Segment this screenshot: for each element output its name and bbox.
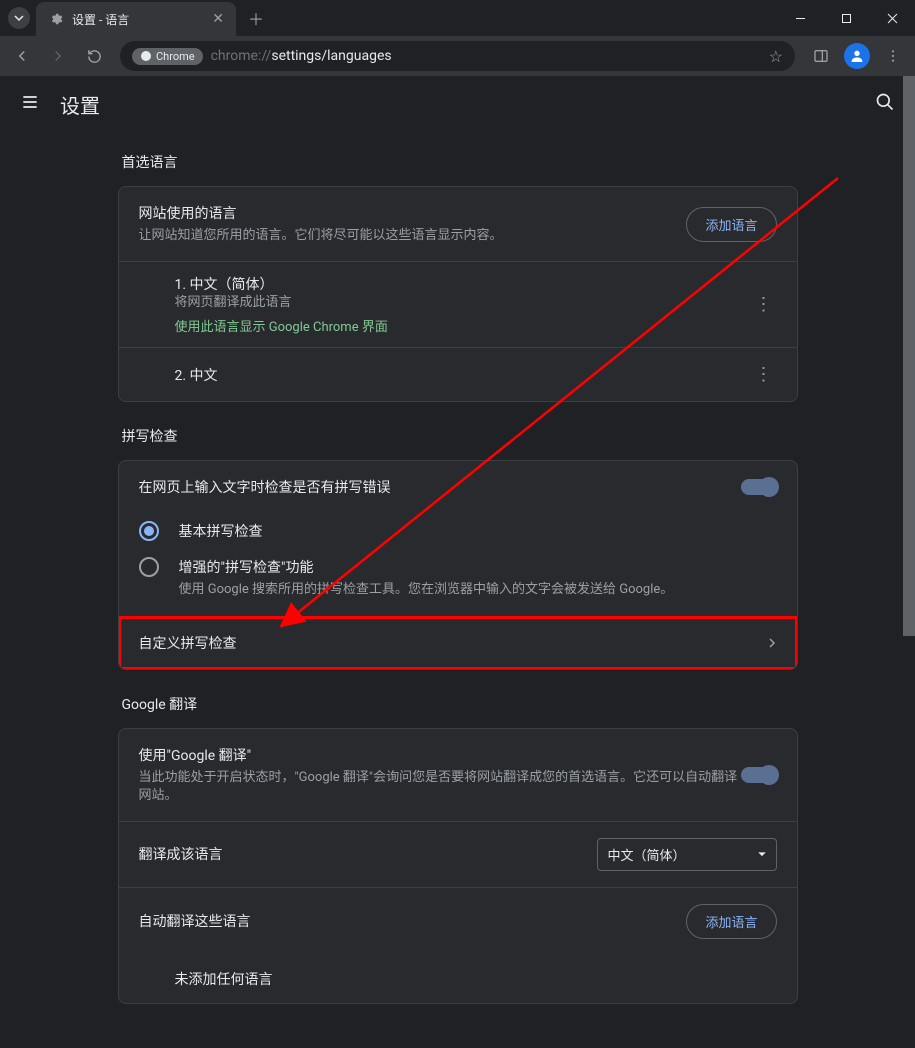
search-tabs-button[interactable] <box>8 7 30 29</box>
browser-tab[interactable]: 设置 - 语言 ✕ <box>36 2 236 36</box>
use-translate-row: 使用"Google 翻译" 当此功能处于开启状态时，"Google 翻译"会询问… <box>119 729 797 822</box>
row-title: 使用"Google 翻译" <box>139 745 741 765</box>
new-tab-button[interactable]: ＋ <box>248 6 264 30</box>
back-button[interactable] <box>6 40 38 72</box>
bookmark-button[interactable]: ☆ <box>769 47 783 66</box>
more-options-button[interactable]: ⋮ <box>751 290 777 319</box>
row-desc: 当此功能处于开启状态时，"Google 翻译"会询问您是否要将网站翻译成您的首选… <box>139 769 741 805</box>
language-item: 1. 中文（简体） 将网页翻译成此语言 使用此语言显示 Google Chrom… <box>119 262 797 347</box>
section-title: 拼写检查 <box>118 426 798 446</box>
tab-title: 设置 - 语言 <box>72 11 204 28</box>
preferred-languages-card: 网站使用的语言 让网站知道您所用的语言。它们将尽可能以这些语言显示内容。 添加语… <box>118 186 798 402</box>
row-title: 自定义拼写检查 <box>139 633 767 653</box>
websites-language-row: 网站使用的语言 让网站知道您所用的语言。它们将尽可能以这些语言显示内容。 添加语… <box>119 187 797 262</box>
chevron-down-icon <box>758 850 766 858</box>
option-label: 增强的"拼写检查"功能 <box>179 557 777 577</box>
language-name: 1. 中文（简体） <box>175 274 751 294</box>
language-display-note: 使用此语言显示 Google Chrome 界面 <box>175 316 751 335</box>
language-item: 2. 中文 ⋮ <box>119 347 797 401</box>
translate-toggle[interactable] <box>741 767 777 783</box>
add-language-button[interactable]: 添加语言 <box>686 904 776 939</box>
radio-icon <box>139 521 159 541</box>
option-label: 基本拼写检查 <box>179 521 777 541</box>
close-tab-button[interactable]: ✕ <box>212 11 224 27</box>
language-desc: 将网页翻译成此语言 <box>175 294 751 312</box>
enhanced-spellcheck-option[interactable]: 增强的"拼写检查"功能 使用 Google 搜索所用的拼写检查工具。您在浏览器中… <box>119 549 797 616</box>
more-options-button[interactable]: ⋮ <box>751 360 777 389</box>
translate-target-row: 翻译成该语言 中文（简体） <box>119 822 797 888</box>
forward-button[interactable] <box>42 40 74 72</box>
translate-card: 使用"Google 翻译" 当此功能处于开启状态时，"Google 翻译"会询问… <box>118 728 798 1004</box>
side-panel-button[interactable] <box>805 40 837 72</box>
chrome-icon <box>140 50 152 62</box>
url-text: chrome://settings/languages <box>211 48 392 64</box>
scrollbar-thumb[interactable] <box>903 76 915 636</box>
radio-icon <box>139 557 159 577</box>
row-desc: 让网站知道您所用的语言。它们将尽可能以这些语言显示内容。 <box>139 227 687 245</box>
auto-translate-row: 自动翻译这些语言 添加语言 <box>119 888 797 955</box>
basic-spellcheck-option[interactable]: 基本拼写检查 <box>119 513 797 549</box>
spellcheck-section: 拼写检查 在网页上输入文字时检查是否有拼写错误 基本拼写检查 增强的"拼写检查"… <box>118 426 798 669</box>
settings-header: 设置 <box>0 76 915 132</box>
kebab-menu-button[interactable] <box>877 40 909 72</box>
spellcheck-card: 在网页上输入文字时检查是否有拼写错误 基本拼写检查 增强的"拼写检查"功能 使用… <box>118 460 798 669</box>
profile-button[interactable] <box>841 40 873 72</box>
omnibox[interactable]: Chrome chrome://settings/languages ☆ <box>120 41 795 71</box>
row-title: 翻译成该语言 <box>139 844 597 864</box>
avatar-icon <box>844 43 870 69</box>
language-name: 2. 中文 <box>175 365 751 385</box>
gear-icon <box>48 11 64 27</box>
spellcheck-toggle-row: 在网页上输入文字时检查是否有拼写错误 <box>119 461 797 513</box>
maximize-button[interactable] <box>823 0 869 36</box>
translate-target-dropdown[interactable]: 中文（简体） <box>597 838 777 871</box>
address-bar: Chrome chrome://settings/languages ☆ <box>0 36 915 76</box>
menu-button[interactable] <box>20 92 40 116</box>
empty-languages-note: 未添加任何语言 <box>119 955 797 1003</box>
close-window-button[interactable] <box>869 0 915 36</box>
search-button[interactable] <box>875 92 895 116</box>
row-title: 在网页上输入文字时检查是否有拼写错误 <box>139 477 741 497</box>
section-title: 首选语言 <box>118 152 798 172</box>
minimize-button[interactable] <box>777 0 823 36</box>
settings-content: 首选语言 网站使用的语言 让网站知道您所用的语言。它们将尽可能以这些语言显示内容… <box>0 132 915 1048</box>
translate-section: Google 翻译 使用"Google 翻译" 当此功能处于开启状态时，"Goo… <box>118 694 798 1004</box>
section-title: Google 翻译 <box>118 694 798 714</box>
chevron-right-icon <box>767 633 777 652</box>
add-language-button[interactable]: 添加语言 <box>686 207 776 242</box>
reload-button[interactable] <box>78 40 110 72</box>
dropdown-value: 中文（简体） <box>608 845 686 864</box>
row-title: 网站使用的语言 <box>139 203 687 223</box>
preferred-languages-section: 首选语言 网站使用的语言 让网站知道您所用的语言。它们将尽可能以这些语言显示内容… <box>118 152 798 402</box>
spellcheck-toggle[interactable] <box>741 479 777 495</box>
vertical-scrollbar[interactable] <box>903 76 915 991</box>
row-title: 自动翻译这些语言 <box>139 911 687 931</box>
titlebar: 设置 - 语言 ✕ ＋ <box>0 0 915 36</box>
option-desc: 使用 Google 搜索所用的拼写检查工具。您在浏览器中输入的文字会被发送给 G… <box>179 581 777 599</box>
window-controls <box>777 0 915 36</box>
chrome-chip: Chrome <box>132 48 203 65</box>
custom-spellcheck-link[interactable]: 自定义拼写检查 <box>119 617 797 669</box>
chrome-chip-label: Chrome <box>156 50 195 63</box>
chevron-down-icon <box>14 13 24 23</box>
page-title: 设置 <box>60 90 100 119</box>
